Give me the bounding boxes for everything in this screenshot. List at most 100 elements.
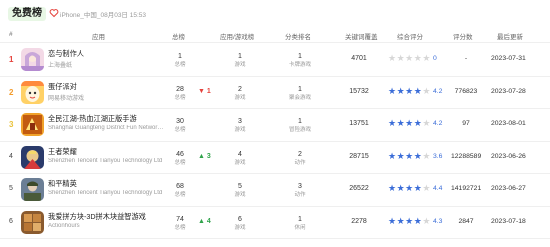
review-count: 776823 [454, 87, 478, 95]
star-icon: ★ [396, 53, 406, 63]
category-rank-value: 1 [298, 85, 302, 93]
app-name[interactable]: 蛋仔派对 [48, 82, 77, 92]
anime-girl-icon[interactable] [21, 48, 44, 71]
block-puzzle-icon[interactable] [21, 210, 44, 234]
rank-number: 2 [9, 87, 14, 97]
app-name[interactable]: 全民江湖-热血江湖正版手游 [48, 114, 137, 124]
app-game-rank-value: 4 [238, 150, 242, 158]
star-icon: ★ [396, 183, 406, 193]
total-rank: 30 总榜 [168, 117, 192, 134]
favorite-heart-icon[interactable] [49, 8, 59, 18]
total-rank-value: 46 [176, 150, 184, 158]
star-icon: ★ [388, 150, 397, 161]
star-icon: ★ [405, 183, 414, 193]
rank-number: 6 [9, 217, 13, 225]
table-header: # 应用 总榜 应用/游戏榜 分类排名 关键词覆盖 综合评分 评分数 最后更新 [0, 27, 550, 41]
category-rank: 1 聚会游戏 [287, 85, 313, 102]
star-icon: ★ [396, 85, 406, 96]
category-rank-value: 1 [298, 53, 302, 60]
star-icon: ★ [405, 150, 414, 161]
rating-score: 4.2 [433, 120, 443, 127]
app-game-rank-value: 2 [238, 85, 242, 93]
star-icon: ★ [422, 85, 431, 96]
jianghu-icon[interactable] [21, 113, 44, 136]
col-app: 应用 [92, 34, 105, 41]
col-keyword[interactable]: 关键词覆盖 [345, 31, 378, 41]
rank-change-value: 3 [206, 152, 211, 160]
category-rank-label: 卡牌游戏 [288, 62, 311, 68]
divider [0, 42, 550, 43]
divider [0, 238, 550, 239]
app-game-rank: 5 游戏 [228, 182, 252, 199]
col-rating[interactable]: 综合评分 [397, 31, 423, 41]
category-rank-label: 聚会游戏 [288, 94, 311, 101]
last-updated: 2023-08-01 [491, 120, 526, 127]
app-name[interactable]: 和平精英 [48, 179, 77, 189]
star-icon: ★ [388, 53, 397, 63]
table-row[interactable]: 3 全民江湖-热血江湖正版手游 Shanghai Guangteng Distr… [0, 109, 550, 139]
honor-of-kings-icon[interactable] [21, 145, 44, 169]
keyword-coverage[interactable]: 15732 [344, 88, 374, 95]
col-updated[interactable]: 最后更新 [497, 31, 523, 41]
total-rank: 68 总榜 [168, 182, 192, 199]
star-icon: ★ [396, 215, 406, 226]
eggy-party-icon[interactable] [21, 80, 44, 104]
rank-change: ▲ 4 [198, 217, 211, 225]
last-updated: 2023-06-26 [491, 152, 526, 160]
col-total[interactable]: 总榜 [172, 31, 185, 41]
col-reviews[interactable]: 评分数 [453, 31, 473, 41]
rank-change-value: 4 [206, 217, 211, 225]
peace-elite-icon[interactable] [21, 178, 44, 201]
rank-number: 4 [9, 152, 13, 160]
last-updated: 2023-07-31 [491, 55, 526, 62]
category-rank-value: 2 [298, 150, 302, 158]
review-count: 97 [462, 120, 470, 127]
table-row[interactable]: 1 恋与制作人 上海叠纸 1 总榜 1 游戏 1 卡牌游戏 4701 ★★★★★… [0, 44, 550, 74]
app-game-rank-value: 1 [238, 53, 242, 60]
rating-stars: ★★★★★ [388, 118, 431, 129]
rating-stars: ★★★★★ [388, 216, 431, 227]
star-icon: ★ [388, 215, 397, 226]
rating-stars: ★★★★★ [388, 151, 431, 162]
category-rank-value: 3 [298, 183, 302, 190]
keyword-coverage[interactable]: 2278 [344, 218, 374, 225]
keyword-coverage[interactable]: 4701 [344, 55, 374, 62]
table-row[interactable]: 6 我爱拼方块-3D拼木块益智游戏 Actionhours 74 总榜 ▲ 4 … [0, 207, 550, 237]
star-icon: ★ [422, 215, 431, 226]
total-rank-value: 68 [176, 183, 184, 190]
review-count: 2847 [458, 217, 474, 225]
star-icon: ★ [388, 118, 397, 128]
app-name[interactable]: 王者荣耀 [48, 147, 77, 157]
page-title[interactable]: 免费榜 [8, 7, 46, 21]
table-row[interactable]: 4 王者荣耀 Shenzhen Tencent Tianyou Technolo… [0, 142, 550, 172]
table-row[interactable]: 2 蛋仔派对 网易移动游戏 28 总榜 ▼ 1 2 游戏 1 聚会游戏 1573… [0, 77, 550, 107]
category-rank-value: 1 [298, 118, 302, 125]
developer-name: Shenzhen Tencent Tianyou Technology Ltd [48, 157, 163, 164]
review-count: 12288589 [451, 152, 482, 160]
keyword-coverage[interactable]: 26522 [344, 185, 374, 192]
star-icon: ★ [388, 183, 397, 193]
app-game-rank-value: 3 [238, 118, 242, 125]
app-game-rank: 4 游戏 [228, 150, 252, 167]
app-game-rank-label: 游戏 [234, 62, 246, 68]
rating-score: 4.4 [433, 185, 443, 192]
last-updated: 2023-06-27 [491, 185, 526, 192]
category-rank: 3 动作 [287, 182, 313, 199]
keyword-coverage[interactable]: 28715 [344, 153, 374, 160]
developer-name: Actionhours [48, 222, 80, 229]
app-name[interactable]: 恋与制作人 [48, 49, 84, 59]
total-rank: 46 总榜 [168, 150, 192, 167]
total-rank-value: 1 [178, 53, 182, 60]
col-app-game[interactable]: 应用/游戏榜 [220, 31, 254, 41]
app-game-rank-label: 游戏 [234, 127, 246, 133]
table-row[interactable]: 5 和平精英 Shenzhen Tencent Tianyou Technolo… [0, 174, 550, 204]
app-game-rank: 2 游戏 [228, 85, 252, 102]
star-icon: ★ [405, 53, 414, 63]
app-name[interactable]: 我爱拼方块-3D拼木块益智游戏 [48, 212, 146, 222]
star-icon: ★ [388, 85, 397, 96]
keyword-coverage[interactable]: 13751 [344, 120, 374, 127]
rating-score: 4.3 [433, 217, 443, 225]
app-game-rank-label: 游戏 [234, 224, 246, 231]
col-category[interactable]: 分类排名 [285, 31, 311, 41]
app-game-rank-label: 游戏 [234, 192, 246, 198]
